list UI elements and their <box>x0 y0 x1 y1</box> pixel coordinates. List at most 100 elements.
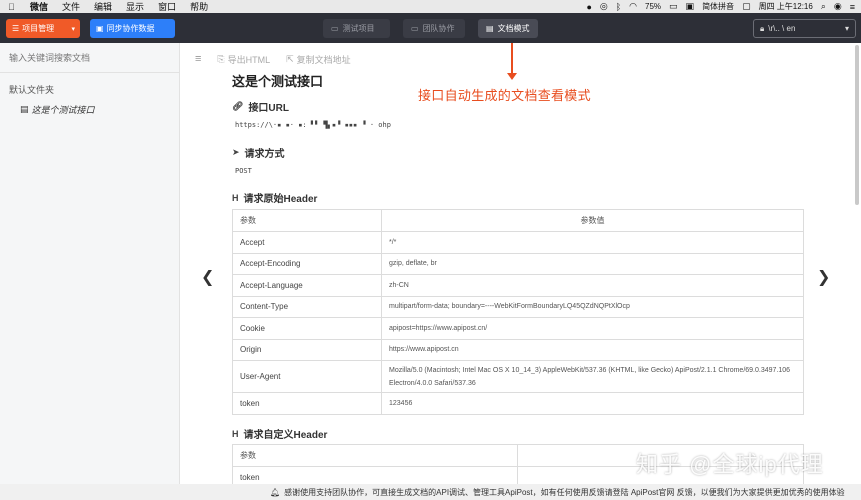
window-icon: ▭ <box>331 24 339 33</box>
orig-header-table: 参数 参数值 Accept */* Accept-Encoding gzip, … <box>232 209 804 415</box>
column-header-param: 参数 <box>232 444 518 467</box>
orig-header-section-heading: H 请求原始Header <box>232 190 318 206</box>
menu-toggle-icon[interactable]: ≡ <box>195 53 201 65</box>
user-account-dropdown[interactable]: 🔒︎ \r\.. \ en ▾ <box>753 19 856 38</box>
header-value-cell: Mozilla/5.0 (Macintosh; Intel Mac OS X 1… <box>381 360 804 393</box>
project-management-button[interactable]: ☰ 项目管理 ▾ <box>6 19 80 38</box>
notification-center-icon[interactable]: ≡ <box>850 2 855 12</box>
footer-text: 感谢使用支持团队协作，可直接生成文档的API调试、管理工具ApiPost，如有任… <box>284 487 845 497</box>
keyboard-icon[interactable]: ▣ <box>686 1 695 12</box>
table-row: Accept */* <box>232 231 804 254</box>
header-value-cell: zh-CN <box>381 274 804 297</box>
app-toolbar: ☰ 项目管理 ▾ ▣ 同步协作数据 ▭ 测试项目 ▭ 团队协作 ▤ 文档模式 🔒… <box>0 13 861 43</box>
clock[interactable]: 周四 上午12:16 <box>759 1 813 12</box>
header-key-cell: Accept <box>232 231 382 254</box>
url-heading-label: 接口URL <box>248 103 289 114</box>
doc-search-input[interactable]: 输入关键词搜索文档 <box>0 43 179 73</box>
custom-header-heading-label: 请求自定义Header <box>243 430 328 441</box>
header-key-cell: User-Agent <box>232 360 382 393</box>
footer-notice: 🔔︎ 感谢使用支持团队协作，可直接生成文档的API调试、管理工具ApiPost，… <box>0 484 861 500</box>
export-icon: ⎘ <box>217 53 225 64</box>
siri-icon[interactable]: ◉ <box>834 1 842 12</box>
table-header-row: 参数 参数值 <box>232 209 804 232</box>
tab-doc-mode[interactable]: ▤ 文档模式 <box>478 19 538 38</box>
wifi-icon[interactable]: ◠ <box>629 1 637 12</box>
method-section-heading: ➤ 请求方式 <box>232 145 285 160</box>
table-row: User-Agent Mozilla/5.0 (Macintosh; Intel… <box>232 360 804 393</box>
tab-test-project[interactable]: ▭ 测试项目 <box>323 19 390 38</box>
heading-icon: H <box>232 428 239 439</box>
sync-icon[interactable]: ◎ <box>600 1 608 12</box>
tab-team-collab[interactable]: ▭ 团队协作 <box>403 19 465 38</box>
header-value-cell: gzip, deflate, br <box>381 252 804 275</box>
send-icon: ➤ <box>232 147 240 157</box>
header-key-cell: token <box>232 392 382 415</box>
battery-icon[interactable]: ▭ <box>669 1 678 12</box>
doc-toolbar: ≡ ⎘ 导出HTML ⇱ 复制文档地址 <box>195 52 351 66</box>
bell-icon: 🔔︎ <box>270 487 281 497</box>
doc-main-panel: ≡ ⎘ 导出HTML ⇱ 复制文档地址 这是个测试接口 🔗︎ 接口URL htt… <box>181 43 861 500</box>
header-value-cell: apipost=https://www.apipost.cn/ <box>381 317 804 340</box>
vertical-scrollbar[interactable] <box>855 45 859 205</box>
input-method-label[interactable]: 简体拼音 <box>702 1 734 12</box>
heading-icon: H <box>232 192 239 203</box>
copy-doc-url-label: 复制文档地址 <box>296 54 351 65</box>
menubar-item-window[interactable]: 窗口 <box>158 0 176 13</box>
doc-search-placeholder: 输入关键词搜索文档 <box>9 53 91 63</box>
annotation-callout: 接口自动生成的文档查看模式 <box>418 88 591 103</box>
sidebar-doc-label: 这是个测试接口 <box>31 105 95 115</box>
display-icon[interactable]: ▢ <box>742 1 751 12</box>
project-management-label: 项目管理 <box>22 24 55 33</box>
copy-doc-url-button[interactable]: ⇱ 复制文档地址 <box>286 53 351 66</box>
header-key-cell: Origin <box>232 338 382 361</box>
folder-default[interactable]: 默认文件夹 <box>0 83 179 95</box>
tab-team-collab-label: 团队协作 <box>422 24 455 33</box>
sync-data-label: 同步协作数据 <box>106 24 155 33</box>
menubar-status-area: ● ◎ ᛒ ◠ 75% ▭ ▣ 简体拼音 ▢ 周四 上午12:16 ⌕ ◉ ≡ <box>586 0 855 13</box>
sync-data-button[interactable]: ▣ 同步协作数据 <box>90 19 175 38</box>
system-menubar:  微信 文件 编辑 显示 窗口 帮助 ● ◎ ᛒ ◠ 75% ▭ ▣ 简体拼音… <box>0 0 861 13</box>
wechat-icon[interactable]: ● <box>586 2 591 12</box>
url-section-heading: 🔗︎ 接口URL <box>232 99 289 114</box>
chevron-left-icon[interactable]: ❮ <box>201 267 214 287</box>
list-icon: ☰ <box>12 24 20 33</box>
tab-test-project-label: 测试项目 <box>342 24 375 33</box>
callout-arrow-head <box>507 73 517 80</box>
orig-header-heading-label: 请求原始Header <box>243 194 318 205</box>
page-title: 这是个测试接口 <box>232 74 324 89</box>
menubar-item-view[interactable]: 显示 <box>126 0 144 13</box>
battery-percent: 75% <box>645 2 662 11</box>
export-html-button[interactable]: ⎘ 导出HTML <box>217 53 270 66</box>
table-row: Origin https://www.apipost.cn <box>232 338 804 361</box>
chevron-down-icon: ▾ <box>71 25 75 33</box>
spotlight-icon[interactable]: ⌕ <box>821 1 826 12</box>
method-heading-label: 请求方式 <box>244 149 285 160</box>
user-label: \r\.. \ en <box>768 24 796 33</box>
header-value-cell: */* <box>381 231 804 254</box>
header-key-cell: Content-Type <box>232 295 382 318</box>
lock-icon: 🔒︎ <box>760 23 765 33</box>
apple-icon[interactable]:  <box>8 2 20 12</box>
menubar-item-edit[interactable]: 编辑 <box>94 0 112 13</box>
menubar-item-file[interactable]: 文件 <box>62 0 80 13</box>
menubar-app-name[interactable]: 微信 <box>30 0 48 13</box>
menubar-item-help[interactable]: 帮助 <box>190 0 208 13</box>
bluetooth-icon[interactable]: ᛒ <box>616 2 621 12</box>
request-method-value: POST <box>235 167 252 175</box>
table-row: Cookie apipost=https://www.apipost.cn/ <box>232 317 804 340</box>
table-row: token 123456 <box>232 392 804 415</box>
column-header-value: 参数值 <box>381 209 804 232</box>
team-icon: ▭ <box>411 24 419 33</box>
table-row: Content-Type multipart/form-data; bounda… <box>232 295 804 318</box>
chevron-right-icon[interactable]: ❯ <box>817 267 830 287</box>
watermark: 知乎 @全球ip代理 <box>636 452 824 477</box>
callout-arrow <box>511 43 513 75</box>
header-key-cell: Accept-Language <box>232 274 382 297</box>
sidebar-doc-item[interactable]: ▤ 这是个测试接口 <box>0 103 179 116</box>
table-row: Accept-Language zh-CN <box>232 274 804 297</box>
column-header-param: 参数 <box>232 209 382 232</box>
document-icon: ▤ <box>486 24 494 33</box>
share-icon: ⇱ <box>286 53 294 64</box>
tab-doc-mode-label: 文档模式 <box>497 24 530 33</box>
request-url-value: https://\·▪ ▪· ▪: ▘▘ ▜▖▪▝ ▪▪▪ ▝ · ohp <box>235 121 391 129</box>
